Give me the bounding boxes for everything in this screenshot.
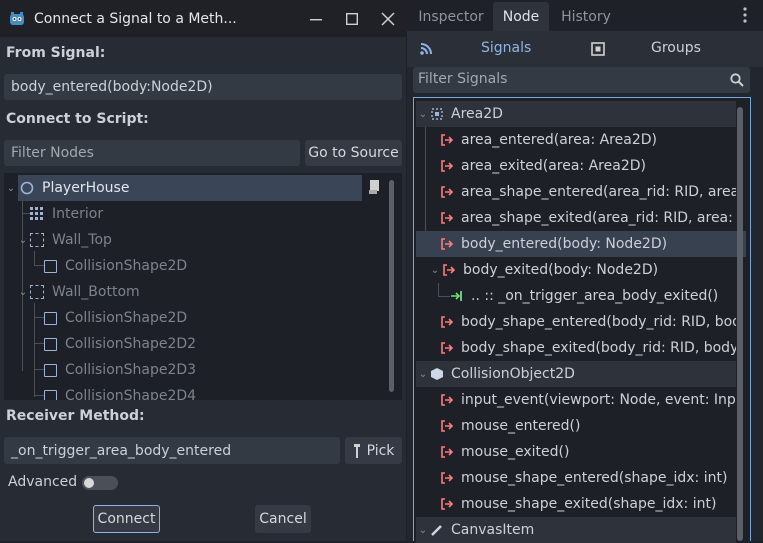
signal-group-header[interactable]: ⌄ CanvasItem: [416, 517, 736, 543]
signal-icon: [441, 498, 454, 510]
signal-icon: [441, 394, 454, 406]
tree-item-collisionshape[interactable]: CollisionShape2D2: [44, 331, 196, 357]
minimize-icon[interactable]: [298, 0, 334, 37]
signal-icon: [441, 472, 454, 484]
tree-item-collisionshape[interactable]: CollisionShape2D4: [44, 383, 196, 400]
signal-icon: [441, 212, 454, 224]
from-signal-field[interactable]: body_entered(body:Node2D): [4, 74, 402, 100]
signals-scrollbar[interactable]: [737, 107, 743, 541]
signal-item[interactable]: body_entered(body: Node2D): [416, 231, 746, 257]
signal-item[interactable]: mouse_shape_exited(shape_idx: int): [440, 491, 736, 517]
receiver-method-input[interactable]: _on_trigger_area_body_entered: [4, 437, 340, 464]
script-icon[interactable]: [368, 179, 382, 195]
signal-icon: [441, 186, 454, 198]
tab-history[interactable]: History: [551, 2, 621, 31]
chevron-down-icon[interactable]: ⌄: [16, 287, 30, 298]
node-tree[interactable]: ⌄ PlayerHouse Interior ⌄ Wall_Top Collis…: [4, 173, 402, 400]
area2d-icon: [431, 108, 443, 120]
signal-icon: [441, 238, 454, 250]
connection-item[interactable]: .. :: _on_trigger_area_body_exited(): [450, 283, 736, 309]
go-to-source-button[interactable]: Go to Source: [305, 140, 402, 166]
signal-item[interactable]: mouse_exited(): [440, 439, 736, 465]
signal-group-header[interactable]: ⌄ Area2D: [416, 101, 736, 127]
signal-icon: [441, 420, 454, 432]
chevron-down-icon[interactable]: ⌄: [428, 265, 442, 276]
collisionshape-icon: [44, 337, 57, 351]
chevron-down-icon[interactable]: ⌄: [416, 525, 430, 536]
more-options-icon[interactable]: [743, 7, 747, 23]
maximize-icon[interactable]: [334, 0, 370, 37]
staticbody-icon: [30, 285, 44, 299]
signal-icon: [420, 43, 432, 55]
tab-inspector[interactable]: Inspector: [411, 2, 491, 31]
signal-item[interactable]: mouse_entered(): [440, 413, 736, 439]
chevron-down-icon[interactable]: ⌄: [16, 235, 30, 246]
advanced-label: Advanced: [8, 474, 78, 490]
signal-item[interactable]: area_shape_exited(area_rid: RID, area: .…: [440, 205, 736, 231]
tree-item-collisionshape[interactable]: CollisionShape2D: [44, 253, 187, 279]
search-icon: [730, 73, 744, 87]
groups-icon: [591, 42, 605, 56]
collisionshape-icon: [44, 389, 57, 400]
signal-item[interactable]: area_entered(area: Area2D): [440, 127, 736, 153]
pick-icon: [353, 443, 360, 458]
tab-node[interactable]: Node: [493, 2, 549, 31]
receiver-method-label: Receiver Method:: [6, 408, 145, 424]
dock-tabbar: Inspector Node History: [407, 0, 763, 31]
tree-item-playerhouse[interactable]: ⌄ PlayerHouse: [7, 175, 362, 201]
collisionshape-icon: [44, 259, 57, 273]
filter-nodes-input[interactable]: Filter Nodes: [4, 140, 300, 166]
dialog-titlebar[interactable]: Connect a Signal to a Meth...: [0, 0, 406, 37]
collisionshape-icon: [44, 311, 57, 325]
staticbody-icon: [30, 233, 44, 247]
advanced-toggle[interactable]: [82, 476, 118, 490]
signal-icon: [441, 134, 454, 146]
tree-item-collisionshape[interactable]: CollisionShape2D3: [44, 357, 196, 383]
signals-tab[interactable]: Signals: [481, 40, 531, 56]
signals-groups-bar: Signals Groups: [407, 31, 763, 67]
signal-icon: [441, 316, 454, 328]
chevron-down-icon[interactable]: ⌄: [4, 183, 18, 194]
signal-item[interactable]: ⌄ body_exited(body: Node2D): [428, 257, 736, 283]
tree-item-wall-top[interactable]: ⌄ Wall_Top: [16, 227, 112, 253]
signal-item[interactable]: area_exited(area: Area2D): [440, 153, 736, 179]
tree-item-interior[interactable]: Interior: [30, 201, 103, 227]
godot-logo-icon: [10, 11, 24, 25]
filter-signals-input[interactable]: Filter Signals: [413, 67, 750, 93]
tree-scrollbar[interactable]: [389, 180, 394, 392]
dialog-title: Connect a Signal to a Meth...: [34, 10, 237, 27]
signal-icon: [443, 264, 456, 276]
canvasitem-icon: [431, 525, 442, 536]
signal-icon: [441, 342, 454, 354]
connect-button[interactable]: Connect: [93, 505, 160, 533]
close-icon[interactable]: [370, 0, 406, 37]
from-signal-label: From Signal:: [6, 45, 106, 61]
chevron-down-icon[interactable]: ⌄: [416, 369, 430, 380]
collisionshape-icon: [44, 363, 57, 377]
signal-item[interactable]: body_shape_exited(body_rid: RID, body:..…: [440, 335, 736, 361]
collisionobject-icon: [431, 368, 443, 380]
connect-to-script-label: Connect to Script:: [6, 111, 149, 127]
tilemap-icon: [30, 207, 43, 220]
chevron-down-icon[interactable]: ⌄: [416, 109, 430, 120]
signal-item[interactable]: area_shape_entered(area_rid: RID, area:.…: [440, 179, 736, 205]
signal-icon: [441, 446, 454, 458]
signal-icon: [441, 160, 454, 172]
node2d-icon: [20, 181, 34, 195]
connection-icon: [451, 291, 462, 301]
tree-item-wall-bottom[interactable]: ⌄ Wall_Bottom: [16, 279, 140, 305]
tree-item-collisionshape[interactable]: CollisionShape2D: [44, 305, 187, 331]
signal-item[interactable]: body_shape_entered(body_rid: RID, bod...: [440, 309, 736, 335]
groups-tab[interactable]: Groups: [651, 40, 701, 56]
pick-button[interactable]: Pick: [345, 437, 402, 464]
cancel-button[interactable]: Cancel: [255, 505, 311, 533]
signal-item[interactable]: mouse_shape_entered(shape_idx: int): [440, 465, 736, 491]
signal-group-header[interactable]: ⌄ CollisionObject2D: [416, 361, 736, 387]
signal-item[interactable]: input_event(viewport: Node, event: Inp..…: [440, 387, 736, 413]
